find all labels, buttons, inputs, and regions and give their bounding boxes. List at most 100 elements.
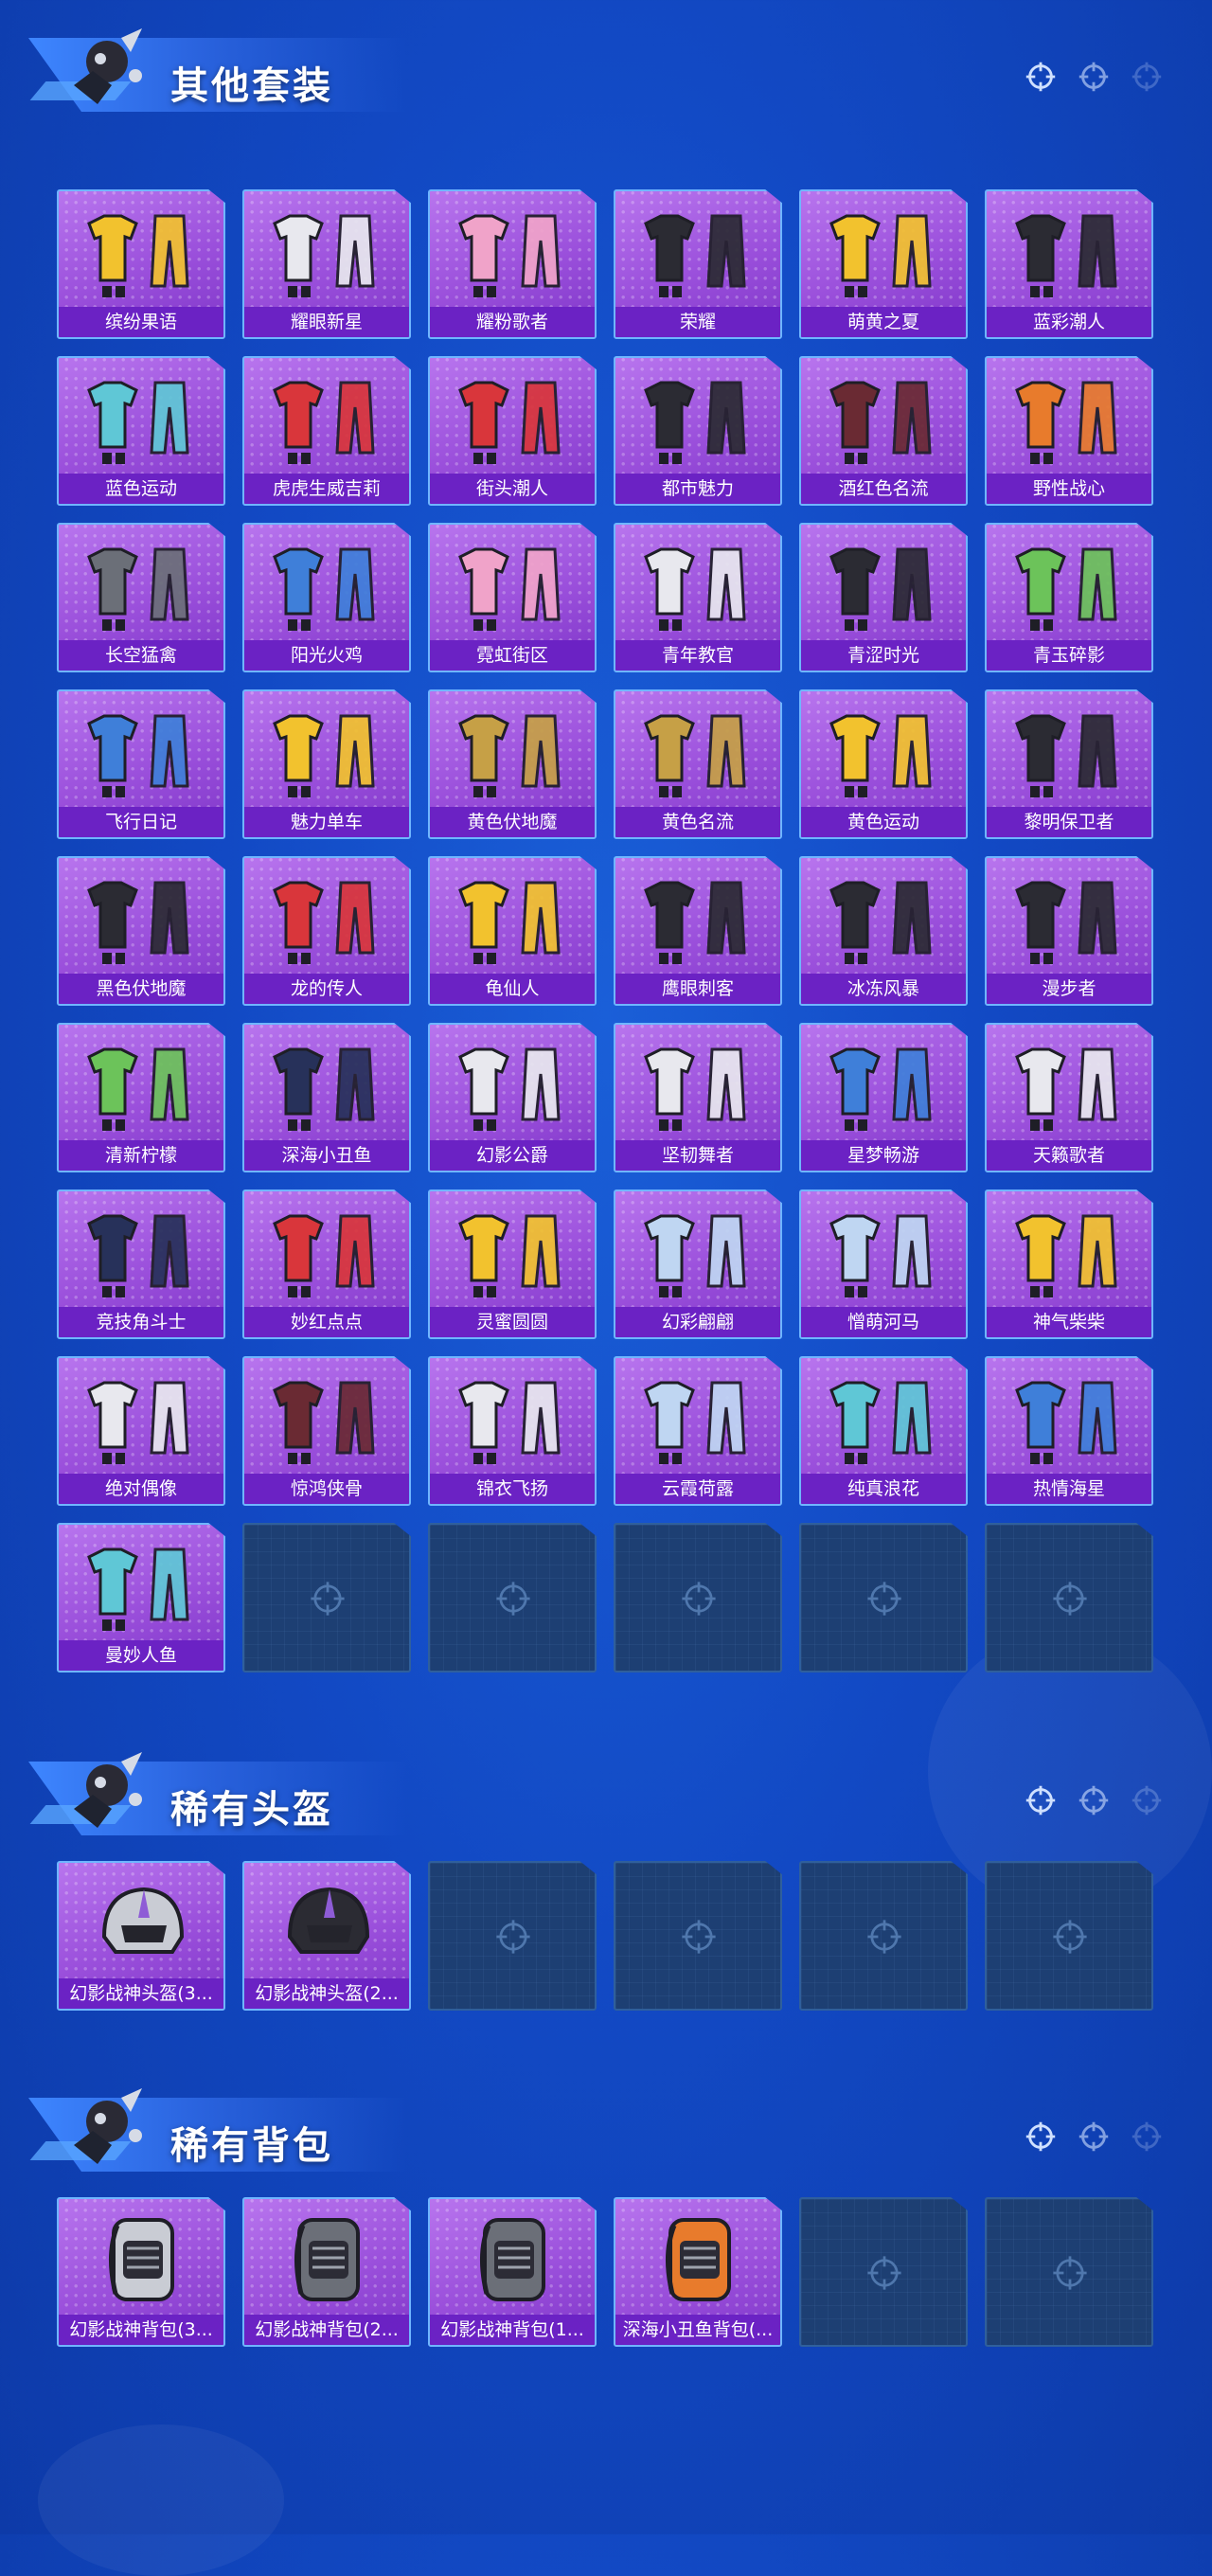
item-label: 虎虎生威吉莉 [244, 474, 409, 504]
empty-slot [242, 1523, 411, 1673]
item-tile[interactable]: 耀粉歌者 [428, 189, 597, 339]
item-tile[interactable]: 黑色伏地魔 [57, 856, 225, 1006]
outfit-icon [87, 1547, 189, 1631]
outfit-icon [829, 547, 932, 631]
item-tile[interactable]: 惊鸿侠骨 [242, 1356, 411, 1506]
outfit-icon [644, 1214, 746, 1297]
item-tile[interactable]: 天籁歌者 [985, 1023, 1153, 1172]
item-tile[interactable]: 清新柠檬 [57, 1023, 225, 1172]
item-tile[interactable]: 幻影战神背包(2... [242, 2197, 411, 2347]
crosshair-placeholder-icon [682, 1920, 716, 1954]
outfit-icon [458, 1047, 561, 1131]
item-label: 憎萌河马 [801, 1307, 966, 1337]
item-tile[interactable]: 阳光火鸡 [242, 523, 411, 672]
outfit-icon [644, 881, 746, 964]
item-label: 漫步者 [987, 974, 1151, 1004]
mascot-icon [74, 1752, 142, 1828]
section-title: 稀有背包 [170, 2124, 333, 2168]
item-tile[interactable]: 幻影战神头盔(3... [57, 1861, 225, 2011]
item-tile[interactable]: 漫步者 [985, 856, 1153, 1006]
item-label: 长空猛禽 [59, 640, 223, 671]
item-label: 霓虹街区 [430, 640, 595, 671]
item-tile[interactable]: 幻彩翩翩 [614, 1190, 782, 1339]
item-tile[interactable]: 神气柴柴 [985, 1190, 1153, 1339]
item-tile[interactable]: 酒红色名流 [799, 356, 968, 506]
crosshair-icon [1132, 1785, 1162, 1816]
item-tile[interactable]: 野性战心 [985, 356, 1153, 506]
item-tile[interactable]: 长空猛禽 [57, 523, 225, 672]
item-label: 绝对偶像 [59, 1474, 223, 1504]
item-tile[interactable]: 绝对偶像 [57, 1356, 225, 1506]
item-tile[interactable]: 黄色名流 [614, 689, 782, 839]
item-tile[interactable]: 霓虹街区 [428, 523, 597, 672]
item-label: 鹰眼刺客 [615, 974, 780, 1004]
item-tile[interactable]: 耀眼新星 [242, 189, 411, 339]
outfit-icon [273, 381, 375, 464]
item-tile[interactable]: 缤纷果语 [57, 189, 225, 339]
item-tile[interactable]: 锦衣飞扬 [428, 1356, 597, 1506]
crosshair-icon [1025, 2121, 1056, 2152]
crosshair-icon [1078, 1785, 1109, 1816]
item-tile[interactable]: 虎虎生威吉莉 [242, 356, 411, 506]
item-tile[interactable]: 幻影公爵 [428, 1023, 597, 1172]
item-tile[interactable]: 蓝彩潮人 [985, 189, 1153, 339]
item-tile[interactable]: 龙的传人 [242, 856, 411, 1006]
item-tile[interactable]: 都市魅力 [614, 356, 782, 506]
item-tile[interactable]: 妙红点点 [242, 1190, 411, 1339]
item-tile[interactable]: 魅力单车 [242, 689, 411, 839]
item-tile[interactable]: 青玉碎影 [985, 523, 1153, 672]
item-label: 魅力单车 [244, 807, 409, 837]
item-label: 灵蜜圆圆 [430, 1307, 595, 1337]
item-tile[interactable]: 龟仙人 [428, 856, 597, 1006]
item-label: 热情海星 [987, 1474, 1151, 1504]
item-tile[interactable]: 街头潮人 [428, 356, 597, 506]
item-tile[interactable]: 萌黄之夏 [799, 189, 968, 339]
item-label: 曼妙人鱼 [59, 1640, 223, 1671]
crosshair-icon [1025, 1785, 1056, 1816]
outfit-icon [829, 1047, 932, 1131]
outfit-icon [458, 214, 561, 297]
item-tile[interactable]: 深海小丑鱼 [242, 1023, 411, 1172]
outfit-icon [87, 1047, 189, 1131]
item-tile[interactable]: 幻影战神头盔(2... [242, 1861, 411, 2011]
item-label: 星梦畅游 [801, 1140, 966, 1171]
item-tile[interactable]: 竞技角斗士 [57, 1190, 225, 1339]
item-tile[interactable]: 星梦畅游 [799, 1023, 968, 1172]
empty-slot [428, 1861, 597, 2011]
item-tile[interactable]: 幻影战神背包(1... [428, 2197, 597, 2347]
item-tile[interactable]: 飞行日记 [57, 689, 225, 839]
outfit-icon [273, 214, 375, 297]
item-label: 锦衣飞扬 [430, 1474, 595, 1504]
background-orb-deco [38, 2424, 284, 2576]
crosshair-placeholder-icon [1053, 2256, 1087, 2290]
item-tile[interactable]: 青年教官 [614, 523, 782, 672]
item-label: 蓝色运动 [59, 474, 223, 504]
item-tile[interactable]: 青涩时光 [799, 523, 968, 672]
item-tile[interactable]: 黄色伏地魔 [428, 689, 597, 839]
item-tile[interactable]: 纯真浪花 [799, 1356, 968, 1506]
item-tile[interactable]: 灵蜜圆圆 [428, 1190, 597, 1339]
item-tile[interactable]: 黄色运动 [799, 689, 968, 839]
item-label: 萌黄之夏 [801, 307, 966, 337]
item-tile[interactable]: 坚韧舞者 [614, 1023, 782, 1172]
item-tile[interactable]: 云霞荷露 [614, 1356, 782, 1506]
item-tile[interactable]: 憎萌河马 [799, 1190, 968, 1339]
item-label: 云霞荷露 [615, 1474, 780, 1504]
item-tile[interactable]: 鹰眼刺客 [614, 856, 782, 1006]
outfit-icon [458, 547, 561, 631]
crosshair-deco-group [1023, 1782, 1165, 1818]
item-tile[interactable]: 荣耀 [614, 189, 782, 339]
item-tile[interactable]: 幻影战神背包(3... [57, 2197, 225, 2347]
item-tile[interactable]: 黎明保卫者 [985, 689, 1153, 839]
item-tile[interactable]: 冰冻风暴 [799, 856, 968, 1006]
outfit-icon [829, 714, 932, 797]
outfit-icon [1015, 1381, 1117, 1464]
item-tile[interactable]: 深海小丑鱼背包(... [614, 2197, 782, 2347]
item-tile[interactable]: 热情海星 [985, 1356, 1153, 1506]
item-tile[interactable]: 蓝色运动 [57, 356, 225, 506]
outfit-icon [644, 547, 746, 631]
item-label: 耀眼新星 [244, 307, 409, 337]
outfit-icon [1015, 547, 1117, 631]
item-label: 酒红色名流 [801, 474, 966, 504]
item-tile[interactable]: 曼妙人鱼 [57, 1523, 225, 1673]
